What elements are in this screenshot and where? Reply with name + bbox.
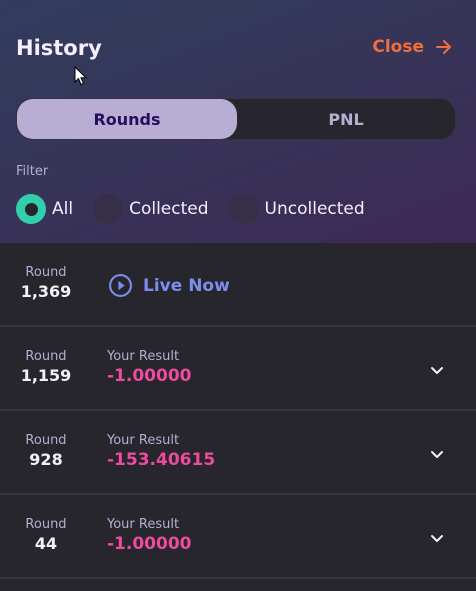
radio-unchecked-icon (93, 194, 124, 224)
result-info: Your Result -1.00000 (107, 517, 192, 554)
result-value: -1.00000 (107, 366, 192, 386)
live-round-row: Round 1,369 Live Now (0, 243, 476, 327)
mouse-cursor-icon (74, 66, 88, 86)
result-info: Your Result -153.40615 (107, 433, 215, 470)
round-info: Round 1,159 (16, 349, 76, 385)
round-number: 928 (29, 450, 63, 469)
result-label: Your Result (107, 433, 180, 448)
live-now-label: Live Now (143, 275, 230, 296)
tab-rounds[interactable]: Rounds (17, 99, 237, 139)
result-label: Your Result (107, 517, 180, 532)
radio-unchecked-icon (228, 194, 259, 224)
filter-uncollected-radio[interactable]: Uncollected (228, 194, 365, 224)
close-button[interactable]: Close (372, 37, 454, 57)
result-info: Your Result -1.00000 (107, 349, 192, 386)
filter-label: Filter (16, 164, 49, 179)
round-label: Round (25, 433, 67, 448)
page-title: History (16, 36, 102, 60)
filter-all-label: All (52, 199, 74, 219)
round-number: 44 (34, 534, 58, 553)
history-row[interactable]: Round 1,159 Your Result -1.00000 (0, 327, 476, 411)
round-info: Round 1,369 (16, 265, 76, 301)
round-number: 1,159 (20, 366, 72, 385)
view-tabs: Rounds PNL (16, 98, 456, 140)
round-label: Round (25, 517, 67, 532)
chevron-down-icon[interactable] (430, 531, 444, 545)
result-value: -1.00000 (107, 534, 192, 554)
play-circle-icon (109, 274, 132, 297)
round-info: Round 44 (16, 517, 76, 553)
live-now-link[interactable]: Live Now (108, 273, 230, 298)
round-label: Round (25, 349, 67, 364)
history-row[interactable]: Round 928 Your Result -153.40615 (0, 411, 476, 495)
tab-pnl[interactable]: PNL (237, 99, 455, 139)
filter-collected-label: Collected (129, 199, 209, 219)
result-value: -153.40615 (107, 450, 216, 470)
round-label: Round (25, 265, 67, 280)
chevron-down-icon[interactable] (430, 447, 444, 461)
history-row[interactable]: Round 44 Your Result -1.00000 (0, 495, 476, 579)
round-number: 1,369 (20, 282, 72, 301)
close-label: Close (372, 37, 424, 57)
filter-radio-group: All Collected Uncollected (16, 194, 385, 224)
arrow-right-icon (436, 40, 451, 54)
radio-checked-icon (16, 194, 46, 224)
filter-uncollected-label: Uncollected (264, 199, 365, 219)
chevron-down-icon[interactable] (430, 363, 444, 377)
result-label: Your Result (107, 349, 180, 364)
filter-collected-radio[interactable]: Collected (93, 194, 209, 224)
round-info: Round 928 (16, 433, 76, 469)
history-header: History Close Rounds PNL Filter All Coll… (0, 0, 476, 243)
filter-all-radio[interactable]: All (16, 194, 73, 224)
